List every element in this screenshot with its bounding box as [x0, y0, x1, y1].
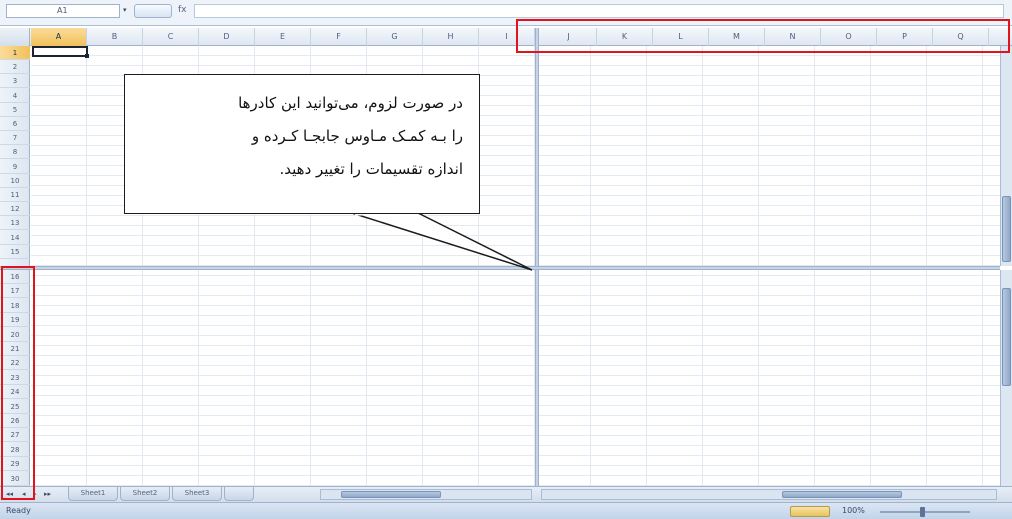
- formula-input[interactable]: [194, 4, 1004, 18]
- column-header-d[interactable]: D: [199, 28, 255, 46]
- row-header-13[interactable]: 13: [0, 216, 30, 231]
- row-header-9[interactable]: 9: [0, 160, 30, 174]
- row-header-14[interactable]: 14: [0, 231, 30, 245]
- row-header-8[interactable]: 8: [0, 145, 30, 160]
- row-header-5[interactable]: 5: [0, 103, 30, 117]
- active-cell[interactable]: [32, 46, 88, 57]
- callout-line: در صورت لزوم، می‌توانید این کادرها: [238, 94, 463, 112]
- vertical-scroll-thumb[interactable]: [1002, 196, 1011, 262]
- column-header-b[interactable]: B: [87, 28, 143, 46]
- column-header-h[interactable]: H: [423, 28, 479, 46]
- horizontal-scroll-thumb[interactable]: [782, 491, 902, 498]
- status-text: Ready: [6, 506, 31, 515]
- zoom-slider-thumb[interactable]: [920, 507, 925, 517]
- row-header-11[interactable]: 11: [0, 188, 30, 202]
- zoom-level[interactable]: 100%: [842, 506, 865, 515]
- row-header-1[interactable]: 1: [0, 46, 30, 60]
- column-header-c[interactable]: C: [143, 28, 199, 46]
- row-header-2[interactable]: 2: [0, 60, 30, 75]
- highlight-box-rows: [1, 266, 35, 500]
- vertical-split-bar[interactable]: [535, 28, 539, 500]
- horizontal-scroll-thumb[interactable]: [341, 491, 441, 498]
- tab-sheet3[interactable]: Sheet3: [172, 487, 222, 501]
- tab-sheet1[interactable]: Sheet1: [68, 487, 118, 501]
- row-header-7[interactable]: 7: [0, 131, 30, 146]
- vertical-scrollbar-top-pane[interactable]: [1000, 46, 1012, 266]
- name-box-dropdown-icon[interactable]: ▾: [123, 6, 127, 14]
- highlight-box-columns: [516, 19, 1010, 53]
- callout-line: اندازه تقسیمات را تغییر دهید.: [279, 160, 463, 178]
- row-header-15[interactable]: 15: [0, 245, 30, 259]
- zoom-slider[interactable]: [880, 511, 970, 513]
- row-header-4[interactable]: 4: [0, 89, 30, 103]
- column-header-e[interactable]: E: [255, 28, 311, 46]
- formula-tools[interactable]: [134, 4, 172, 18]
- column-header-a[interactable]: A: [31, 28, 87, 46]
- name-box[interactable]: A1: [6, 4, 120, 18]
- status-bar: Ready 100%: [0, 502, 1012, 519]
- callout-line: را بـه کمـک مـاوس جابجـا کـرده و: [251, 127, 463, 145]
- horizontal-split-bar[interactable]: [0, 266, 1000, 270]
- insert-function-icon[interactable]: fx: [178, 5, 187, 15]
- view-buttons[interactable]: [790, 506, 830, 517]
- select-all-button[interactable]: [0, 28, 30, 46]
- last-sheet-icon[interactable]: ▸▸: [44, 490, 51, 498]
- row-header-6[interactable]: 6: [0, 117, 30, 131]
- row-header-3[interactable]: 3: [0, 74, 30, 89]
- row-header-12[interactable]: 12: [0, 202, 30, 217]
- row-header-10[interactable]: 10: [0, 174, 30, 188]
- sheet-tab-bar: ◂◂ ◂ ▸ ▸▸ Sheet1 Sheet2 Sheet3: [0, 486, 1012, 502]
- vertical-scroll-thumb[interactable]: [1002, 288, 1011, 386]
- vertical-scrollbar-bottom-pane[interactable]: [1000, 270, 1012, 486]
- column-header-f[interactable]: F: [311, 28, 367, 46]
- horizontal-scrollbar-left-pane[interactable]: [320, 489, 532, 500]
- callout-box: در صورت لزوم، می‌توانید این کادرها را بـ…: [124, 74, 480, 214]
- column-header-g[interactable]: G: [367, 28, 423, 46]
- horizontal-scrollbar-right-pane[interactable]: [541, 489, 997, 500]
- fill-handle[interactable]: [85, 54, 89, 58]
- tab-sheet2[interactable]: Sheet2: [120, 487, 170, 501]
- insert-sheet-tab[interactable]: [224, 487, 254, 501]
